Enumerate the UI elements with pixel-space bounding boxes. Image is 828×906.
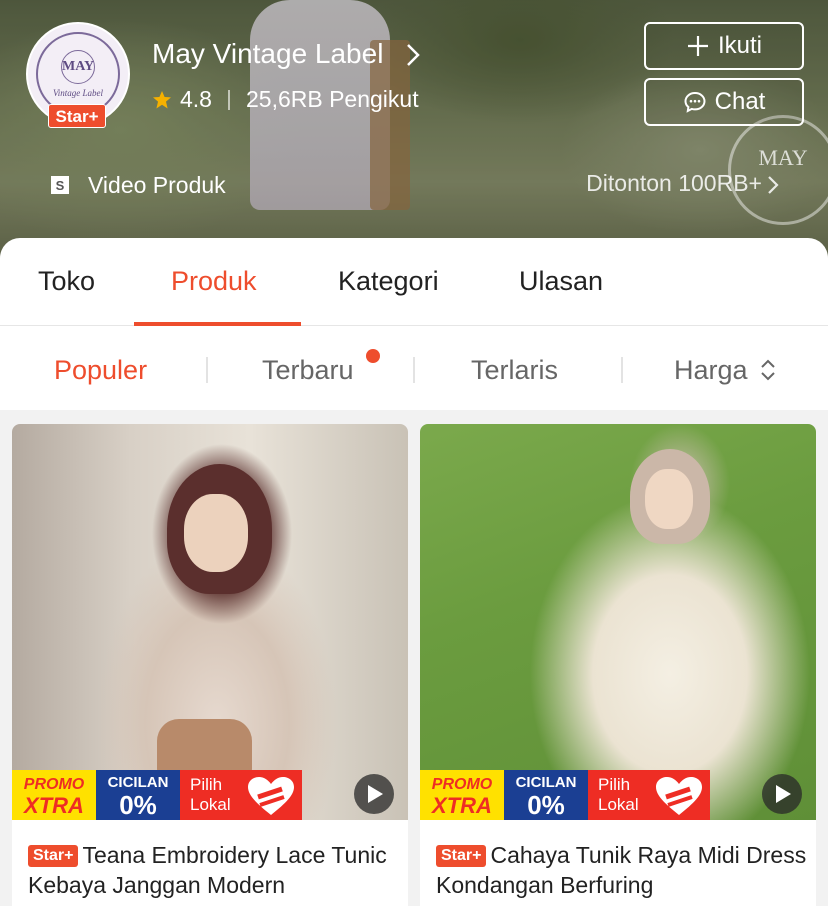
model-face (645, 469, 693, 529)
shop-followers: 25,6RB Pengikut (245, 86, 419, 112)
shop-banner: MAY MAY Vintage Label Star+ May Vintage … (0, 0, 828, 260)
cicilan-text: CICILAN (107, 774, 169, 791)
pilih-lokal-label: Pilih Lokal (180, 770, 302, 820)
tab-toko[interactable]: Toko (38, 266, 95, 297)
play-video-button[interactable] (354, 774, 394, 814)
heart-icon (656, 777, 702, 815)
promo-banner: PROMO XTRA CICILAN 0% Pilih Lokal (12, 770, 302, 820)
shop-stats: 4.8 25,6RB Pengikut (152, 86, 419, 113)
product-title-text: Teana Embroidery Lace Tunic Kebaya Jangg… (28, 842, 387, 898)
product-image[interactable]: PROMO XTRA CICILAN 0% Pilih Lokal (420, 424, 816, 820)
cicilan-label: CICILAN 0% (96, 770, 180, 820)
sort-terbaru[interactable]: Terbaru (262, 355, 354, 386)
cicilan-label: CICILAN 0% (504, 770, 588, 820)
promo-xtra-label: PROMO XTRA (420, 770, 504, 820)
video-views: Ditonton 100RB+ (586, 170, 762, 196)
product-title[interactable]: Star+ Teana Embroidery Lace Tunic Kebaya … (28, 840, 400, 900)
shop-rating: 4.8 (180, 86, 212, 112)
sort-divider (621, 357, 623, 383)
video-produk-row[interactable]: S Video Produk Ditonton 100RB+ (48, 168, 808, 202)
shop-tabs: Toko Produk Kategori Ulasan (0, 238, 828, 326)
sort-bar: Populer Terbaru Terlaris Harga (0, 327, 828, 410)
play-icon (368, 785, 383, 803)
active-tab-indicator (134, 322, 301, 326)
product-image[interactable]: PROMO XTRA CICILAN 0% Pilih Lokal (12, 424, 408, 820)
play-icon (776, 785, 791, 803)
heart-icon (248, 777, 294, 815)
product-card[interactable]: PROMO XTRA CICILAN 0% Pilih Lokal Star+ Tea… (12, 424, 408, 906)
chevron-right-icon (768, 176, 779, 194)
chevron-right-icon[interactable] (405, 42, 421, 68)
pilih-lokal-label: Pilih Lokal (588, 770, 710, 820)
shop-name[interactable]: May Vintage Label (152, 38, 383, 70)
star-plus-badge: Star+ (48, 104, 106, 128)
promo-text: PROMO (431, 776, 493, 793)
sort-terlaris[interactable]: Terlaris (471, 355, 558, 386)
tabs-panel: Toko Produk Kategori Ulasan Populer Terb… (0, 238, 828, 410)
svg-text:S: S (56, 178, 65, 193)
product-card[interactable]: PROMO XTRA CICILAN 0% Pilih Lokal Star+ Cah… (420, 424, 816, 906)
model-face (184, 494, 248, 572)
cicilan-zero-text: 0% (527, 790, 565, 820)
xtra-text: XTRA (24, 793, 84, 818)
sort-harga[interactable]: Harga (674, 355, 748, 386)
shop-page: MAY MAY Vintage Label Star+ May Vintage … (0, 0, 828, 906)
tab-produk[interactable]: Produk (171, 266, 257, 297)
sort-divider (206, 357, 208, 383)
sort-populer[interactable]: Populer (54, 355, 147, 386)
video-produk-label: Video Produk (88, 171, 226, 198)
product-title-text: Cahaya Tunik Raya Midi Dress Kondangan B… (436, 842, 807, 898)
plus-icon (687, 36, 708, 56)
promo-banner: PROMO XTRA CICILAN 0% Pilih Lokal (420, 770, 710, 820)
xtra-text: XTRA (432, 793, 492, 818)
shop-logo-sub: Vintage Label (52, 88, 104, 98)
follow-label: Ikuti (717, 32, 762, 59)
tab-ulasan[interactable]: Ulasan (519, 266, 603, 297)
star-icon (153, 90, 171, 108)
stats-divider (227, 89, 230, 110)
sort-updown-icon[interactable] (758, 357, 778, 383)
shop-logo-main: MAY (61, 50, 95, 84)
shopee-video-icon: S (51, 176, 69, 194)
tab-kategori[interactable]: Kategori (338, 266, 439, 297)
play-video-button[interactable] (762, 774, 802, 814)
chat-label: Chat (714, 88, 766, 115)
new-dot-indicator (366, 349, 380, 363)
cicilan-text: CICILAN (515, 774, 577, 791)
promo-text: PROMO (23, 776, 85, 793)
product-title[interactable]: Star+ Cahaya Tunik Raya Midi Dress Kondan… (436, 840, 808, 900)
sort-divider (413, 357, 415, 383)
follow-button[interactable]: Ikuti (644, 22, 804, 70)
cicilan-zero-text: 0% (119, 790, 157, 820)
chat-bubble-icon (684, 91, 706, 113)
star-plus-badge: Star+ (436, 845, 487, 867)
star-plus-badge: Star+ (28, 845, 79, 867)
promo-xtra-label: PROMO XTRA (12, 770, 96, 820)
chat-button[interactable]: Chat (644, 78, 804, 126)
